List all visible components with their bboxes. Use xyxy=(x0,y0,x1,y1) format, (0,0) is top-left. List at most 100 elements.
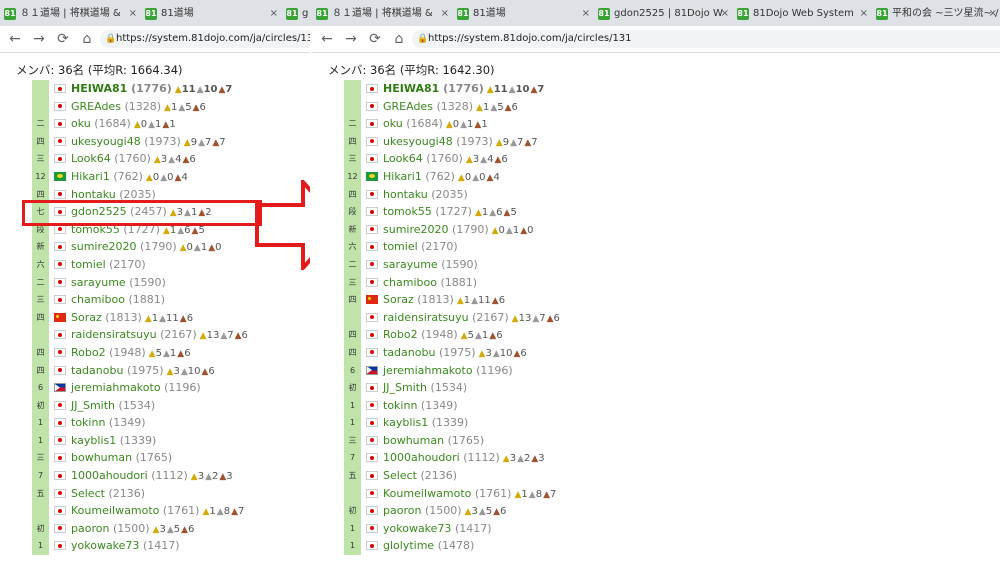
member-rating: (1973) xyxy=(456,134,493,148)
member-link[interactable]: tokinn (1349) xyxy=(71,414,146,432)
member-link[interactable]: tokinn (1349) xyxy=(383,397,458,415)
member-name: KoumeiIwamoto xyxy=(383,486,472,500)
rank-badge xyxy=(32,80,49,98)
member-link[interactable]: chamiboo (1881) xyxy=(383,274,477,292)
member-link[interactable]: yokowake73 (1417) xyxy=(383,520,492,538)
bronze-medal-count: 6 xyxy=(189,154,196,166)
silver-medal-count: 5 xyxy=(497,101,504,113)
member-link[interactable]: jeremiahmakoto (1196) xyxy=(383,362,513,380)
member-rating: (2170) xyxy=(109,257,146,271)
left-url-field[interactable]: 🔒 https://system.81dojo.com/ja/circles/1… xyxy=(100,30,310,48)
gold-medal-count: 3 xyxy=(472,154,480,166)
member-rating: (1417) xyxy=(454,521,492,535)
bronze-medal-count: 6 xyxy=(186,312,194,324)
rank-badge: 7 xyxy=(344,449,361,468)
reload-icon[interactable]: ⟳ xyxy=(366,30,384,48)
bronze-medal-count: 7 xyxy=(531,136,538,148)
forward-arrow-icon[interactable]: → xyxy=(342,30,360,48)
member-link[interactable]: tomiel (2170) xyxy=(71,256,146,274)
silver-medal-count: 5 xyxy=(173,523,181,535)
medal-counts: ▲0▲1▲0 xyxy=(492,223,535,236)
silver-medal-count: 6 xyxy=(496,207,503,219)
rank-badge: 六 xyxy=(32,255,49,274)
silver-medal-icon: ▲ xyxy=(159,313,167,324)
rank-badge: 四 xyxy=(32,361,49,380)
member-link[interactable]: bowhuman (1765) xyxy=(383,432,484,450)
member-link[interactable]: bowhuman (1765) xyxy=(71,449,172,467)
country-flag-icon xyxy=(54,506,66,516)
member-link[interactable]: JJ_Smith (1534) xyxy=(71,397,155,415)
member-name: tomiel xyxy=(71,257,106,271)
member-link[interactable]: tomiel (2170) xyxy=(383,238,458,256)
member-link[interactable]: hontaku (2035) xyxy=(383,186,468,204)
member-rating: (1813) xyxy=(105,310,142,324)
member-name: yokowake73 xyxy=(71,539,140,553)
member-link[interactable]: Select (2136) xyxy=(383,467,457,485)
bronze-medal-icon: ▲ xyxy=(543,489,550,500)
member-name: chamiboo xyxy=(71,293,125,307)
member-rating: (1760) xyxy=(114,152,151,166)
member-name: tomok55 xyxy=(383,205,432,219)
country-flag-icon xyxy=(366,347,378,357)
bronze-medal-count: 4 xyxy=(493,171,500,183)
home-icon[interactable]: ⌂ xyxy=(390,30,408,48)
member-rating: (1500) xyxy=(112,521,150,535)
country-flag-icon xyxy=(54,171,66,181)
member-rating: (1534) xyxy=(118,398,156,412)
medal-counts: ▲1▲11▲6 xyxy=(457,293,506,306)
bronze-medal-count: 1 xyxy=(481,119,488,131)
member-name: GREAdes xyxy=(71,99,121,113)
country-flag-icon xyxy=(366,365,378,375)
back-arrow-icon[interactable]: ← xyxy=(6,30,24,48)
member-rating: (762) xyxy=(425,169,455,183)
country-flag-icon xyxy=(54,418,66,428)
member-rating: (1196) xyxy=(164,381,201,395)
member-name: paoron xyxy=(383,504,422,518)
member-name: ukesyougi48 xyxy=(71,134,141,148)
rank-badge: 三 xyxy=(344,431,361,450)
member-link[interactable]: JJ_Smith (1534) xyxy=(383,379,467,397)
gold-medal-count: 3 xyxy=(160,154,168,166)
bronze-medal-icon: ▲ xyxy=(504,102,512,113)
forward-arrow-icon[interactable]: → xyxy=(30,30,48,48)
member-rating: (2035) xyxy=(119,187,156,201)
silver-medal-count: 10 xyxy=(515,84,530,95)
member-link[interactable]: Select (2136) xyxy=(71,485,145,503)
reload-icon[interactable]: ⟳ xyxy=(54,30,72,48)
member-link[interactable]: chamiboo (1881) xyxy=(71,291,165,309)
member-link[interactable]: sarayume (1590) xyxy=(71,274,166,292)
medal-counts: ▲1▲11▲6 xyxy=(145,311,194,324)
silver-medal-count: 8 xyxy=(535,488,543,500)
country-flag-icon xyxy=(366,418,378,428)
back-arrow-icon[interactable]: ← xyxy=(318,30,336,48)
member-rating: (1112) xyxy=(463,451,500,465)
country-flag-icon xyxy=(54,154,66,164)
member-name: GREAdes xyxy=(383,99,433,113)
member-link[interactable]: jeremiahmakoto (1196) xyxy=(71,379,201,397)
member-name: Select xyxy=(71,486,105,500)
gold-medal-icon: ▲ xyxy=(460,331,468,342)
medal-counts: ▲3▲4▲6 xyxy=(154,152,197,165)
silver-medal-count: 8 xyxy=(223,506,231,518)
member-link[interactable]: glolytime (1478) xyxy=(383,537,474,555)
medal-counts: ▲3▲10▲6 xyxy=(479,346,528,359)
member-link[interactable]: kayblis1 (1339) xyxy=(383,414,468,432)
rank-badge: 三 xyxy=(32,150,49,168)
member-name: sumire2020 xyxy=(383,222,449,236)
member-link[interactable]: kayblis1 (1339) xyxy=(71,432,156,450)
silver-medal-count: 5 xyxy=(485,506,493,518)
medal-counts: ▲1▲8▲7 xyxy=(514,487,557,500)
member-link[interactable]: sarayume (1590) xyxy=(383,256,478,274)
gold-medal-count: 0 xyxy=(464,171,472,183)
home-icon[interactable]: ⌂ xyxy=(78,30,96,48)
silver-medal-icon: ▲ xyxy=(528,489,536,500)
medal-counts: ▲9▲7▲7 xyxy=(184,135,227,148)
medal-counts: ▲11▲10▲7 xyxy=(487,82,546,95)
member-rating: (2170) xyxy=(421,240,458,254)
silver-medal-count: 4 xyxy=(175,154,182,166)
right-url-field[interactable]: 🔒 https://system.81dojo.com/ja/circles/1… xyxy=(412,30,1000,48)
member-link[interactable]: yokowake73 (1417) xyxy=(71,537,180,555)
silver-medal-icon: ▲ xyxy=(180,366,188,377)
bronze-medal-icon: ▲ xyxy=(234,331,242,342)
gold-medal-icon: ▲ xyxy=(465,155,473,166)
